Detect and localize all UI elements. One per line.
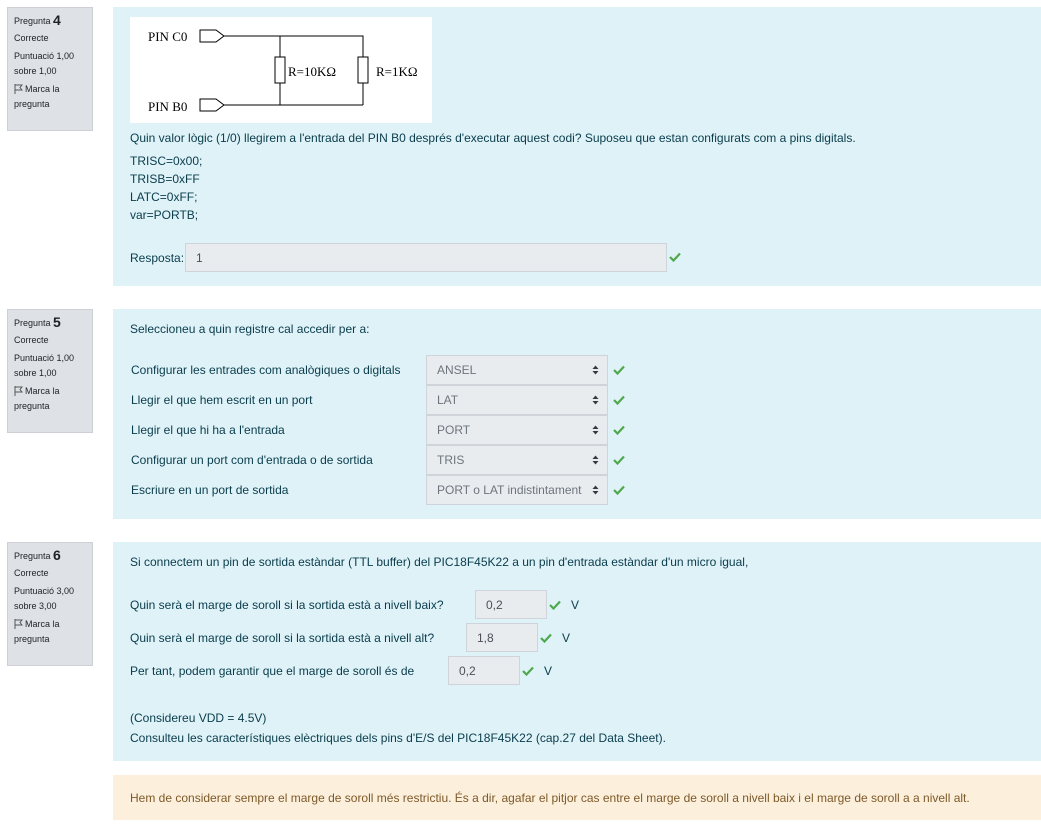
question-number: Pregunta 4 xyxy=(14,12,61,28)
match-row-label: Configurar les entrades com analògiques … xyxy=(131,363,401,377)
numeric-answer-input[interactable]: 0,2 xyxy=(475,590,547,619)
match-select[interactable]: LAT xyxy=(426,385,608,415)
code-line: TRISB=0xFF xyxy=(130,172,200,186)
question-5-formulation: Seleccioneu a quin registre cal accedir … xyxy=(113,309,1041,519)
correct-check-icon xyxy=(613,485,625,495)
match-select[interactable]: PORT o LAT indistintament xyxy=(426,475,608,505)
select-arrow-icon xyxy=(592,455,599,465)
match-row-label: Escriure en un port de sortida xyxy=(131,483,289,497)
question-grade: Puntuació 1,00 sobre 1,00 xyxy=(14,353,75,378)
correct-check-icon xyxy=(669,252,681,262)
numeric-row-label: Quin serà el marge de soroll si la sorti… xyxy=(130,598,444,612)
question-number: Pregunta 6 xyxy=(14,547,61,563)
select-arrow-icon xyxy=(592,365,599,375)
pin-b0-label: PIN B0 xyxy=(148,99,187,114)
question-state: Correcte xyxy=(14,568,49,578)
match-select[interactable]: TRIS xyxy=(426,445,608,475)
code-line: var=PORTB; xyxy=(130,208,199,222)
question-state: Correcte xyxy=(14,33,49,43)
question-text: Si connectem un pin de sortida estàndar … xyxy=(130,555,749,569)
circuit-diagram: PIN C0 PIN B0 R=10KΩ R=1KΩ xyxy=(130,17,432,123)
code-line: TRISC=0x00; xyxy=(130,154,203,168)
unit-label: V xyxy=(562,631,571,645)
general-feedback: Hem de considerar sempre el marge de sor… xyxy=(113,775,1041,820)
correct-check-icon xyxy=(549,600,561,610)
question-4-info: Pregunta 4 Correcte Puntuació 1,00 sobre … xyxy=(7,7,93,131)
unit-label: V xyxy=(544,664,553,678)
select-arrow-icon xyxy=(592,425,599,435)
correct-check-icon xyxy=(540,633,552,643)
code-line: LATC=0xFF; xyxy=(130,190,198,204)
question-6-formulation: Si connectem un pin de sortida estàndar … xyxy=(113,542,1041,761)
question-5-info: Pregunta 5 Correcte Puntuació 1,00 sobre … xyxy=(7,309,93,433)
answer-label: Resposta: xyxy=(130,251,185,265)
correct-check-icon xyxy=(613,425,625,435)
flag-question-link[interactable]: Marca la pregunta xyxy=(14,617,86,647)
question-4-formulation: PIN C0 PIN B0 R=10KΩ R=1KΩ Quin valor lò… xyxy=(113,7,1041,286)
flag-icon xyxy=(14,84,24,94)
correct-check-icon xyxy=(613,395,625,405)
question-6-info: Pregunta 6 Correcte Puntuació 3,00 sobre … xyxy=(7,542,93,666)
numeric-answer-input[interactable]: 1,8 xyxy=(466,623,538,652)
resistor-1-label: R=10KΩ xyxy=(288,64,336,79)
match-row-label: Configurar un port com d'entrada o de so… xyxy=(131,453,373,467)
select-arrow-icon xyxy=(592,485,599,495)
match-row-label: Llegir el que hem escrit en un port xyxy=(131,393,313,407)
question-grade: Puntuació 3,00 sobre 3,00 xyxy=(14,586,75,611)
flag-icon xyxy=(14,386,24,396)
numeric-row-label: Per tant, podem garantir que el marge de… xyxy=(130,664,415,678)
match-row-label: Llegir el que hi ha a l'entrada xyxy=(131,423,285,437)
correct-check-icon xyxy=(613,455,625,465)
numeric-row-label: Quin serà el marge de soroll si la sorti… xyxy=(130,631,435,645)
pin-c0-label: PIN C0 xyxy=(148,29,187,44)
flag-question-link[interactable]: Marca la pregunta xyxy=(14,384,86,414)
correct-check-icon xyxy=(522,666,534,676)
match-select[interactable]: ANSEL xyxy=(426,355,608,385)
question-text: Seleccioneu a quin registre cal accedir … xyxy=(130,322,370,336)
match-select[interactable]: PORT xyxy=(426,415,608,445)
answer-input[interactable]: 1 xyxy=(185,243,667,272)
correct-check-icon xyxy=(613,365,625,375)
question-number: Pregunta 5 xyxy=(14,314,61,330)
note-text: (Considereu VDD = 4.5V) xyxy=(130,711,267,725)
numeric-answer-input[interactable]: 0,2 xyxy=(448,656,520,685)
select-arrow-icon xyxy=(592,395,599,405)
flag-icon xyxy=(14,619,24,629)
unit-label: V xyxy=(571,598,580,612)
question-state: Correcte xyxy=(14,335,49,345)
question-grade: Puntuació 1,00 sobre 1,00 xyxy=(14,51,75,76)
question-text: Quin valor lògic (1/0) llegirem a l'entr… xyxy=(130,131,856,145)
note-text: Consulteu les característiques elèctriqu… xyxy=(130,731,666,745)
flag-question-link[interactable]: Marca la pregunta xyxy=(14,82,86,112)
resistor-2-label: R=1KΩ xyxy=(376,64,418,79)
